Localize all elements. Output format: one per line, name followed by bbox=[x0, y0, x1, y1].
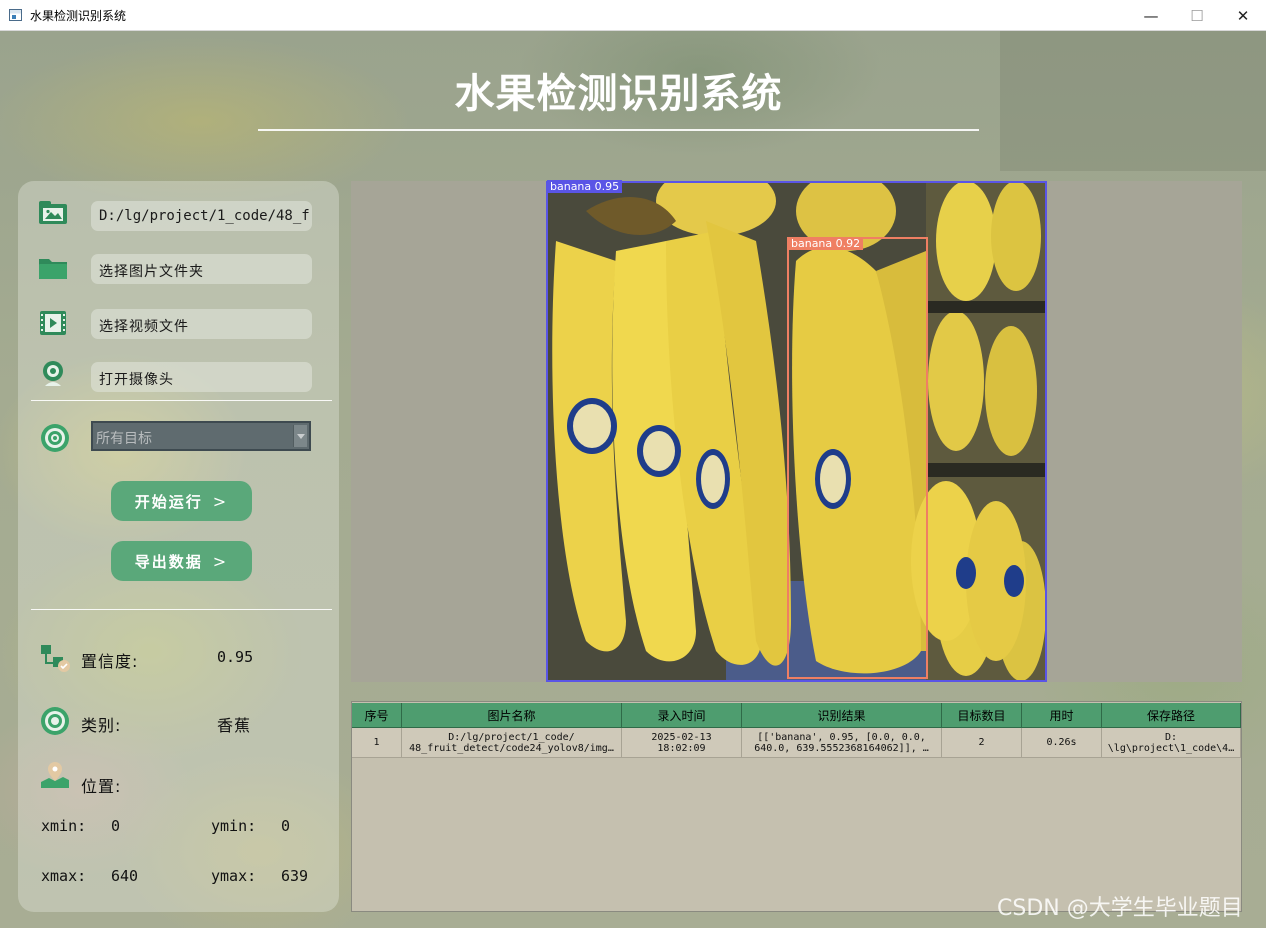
divider-top bbox=[31, 400, 332, 401]
minimize-button[interactable]: — bbox=[1128, 0, 1174, 31]
chevron-right-icon: > bbox=[212, 551, 229, 571]
app-icon bbox=[9, 9, 22, 21]
target-select[interactable]: 所有目标 bbox=[91, 421, 311, 451]
col-result[interactable]: 识别结果 bbox=[742, 703, 942, 728]
target-select-value: 所有目标 bbox=[96, 431, 152, 447]
confidence-label: 置信度: bbox=[81, 652, 139, 671]
title-underline bbox=[258, 129, 979, 131]
image-path-field[interactable]: D:/lg/project/1_code/48_fruit_detect bbox=[91, 201, 312, 231]
close-button[interactable]: ✕ bbox=[1220, 0, 1266, 31]
cell-time: 2025-02-13 18:02:09 bbox=[622, 728, 742, 758]
detection-label-2: banana 0.92 bbox=[788, 237, 864, 250]
select-video-button[interactable]: 选择视频文件 bbox=[91, 309, 312, 339]
ymin-value: 0 bbox=[281, 817, 291, 835]
col-index[interactable]: 序号 bbox=[352, 703, 402, 728]
ymin-label: ymin: bbox=[211, 817, 257, 835]
class-value: 香蕉 bbox=[217, 716, 252, 735]
image-file-icon bbox=[39, 201, 67, 224]
col-save-path[interactable]: 保存路径 bbox=[1102, 703, 1241, 728]
xmin-label: xmin: bbox=[41, 817, 87, 835]
xmin-value: 0 bbox=[111, 817, 121, 835]
cell-duration: 0.26s bbox=[1022, 728, 1102, 758]
export-data-button[interactable]: 导出数据 > bbox=[111, 541, 252, 581]
camera-icon bbox=[43, 361, 63, 386]
cell-image-name: D:/lg/project/1_code/ 48_fruit_detect/co… bbox=[402, 728, 622, 758]
detection-label-1: banana 0.95 bbox=[547, 180, 623, 193]
video-file-icon bbox=[40, 311, 66, 335]
export-data-label: 导出数据 bbox=[134, 552, 203, 571]
col-count[interactable]: 目标数目 bbox=[942, 703, 1022, 728]
cell-count: 2 bbox=[942, 728, 1022, 758]
col-duration[interactable]: 用时 bbox=[1022, 703, 1102, 728]
divider-bottom bbox=[31, 609, 332, 610]
col-time[interactable]: 录入时间 bbox=[622, 703, 742, 728]
maximize-button[interactable]: ☐ bbox=[1174, 0, 1220, 31]
chevron-down-icon[interactable] bbox=[293, 425, 307, 447]
confidence-icon bbox=[41, 645, 70, 672]
col-image-name[interactable]: 图片名称 bbox=[402, 703, 622, 728]
xmax-value: 640 bbox=[111, 867, 139, 885]
table-row[interactable]: 1 D:/lg/project/1_code/ 48_fruit_detect/… bbox=[352, 728, 1241, 758]
detection-box-2 bbox=[787, 237, 928, 679]
watermark: CSDN @大学生毕业题目 bbox=[997, 896, 1243, 921]
cell-index: 1 bbox=[352, 728, 402, 758]
location-pin-icon bbox=[41, 762, 69, 788]
confidence-value: 0.95 bbox=[217, 648, 254, 666]
class-label: 类别: bbox=[81, 716, 122, 735]
cell-result: [['banana', 0.95, [0.0, 0.0, 640.0, 639.… bbox=[742, 728, 942, 758]
position-label: 位置: bbox=[81, 777, 122, 796]
table-header: 序号 图片名称 录入时间 识别结果 目标数目 用时 保存路径 bbox=[352, 703, 1241, 728]
start-run-label: 开始运行 bbox=[134, 492, 203, 511]
folder-icon bbox=[39, 259, 67, 279]
open-camera-button[interactable]: 打开摄像头 bbox=[91, 362, 312, 392]
xmax-label: xmax: bbox=[41, 867, 87, 885]
cell-save-path: D: \lg\project\1_code\4… bbox=[1102, 728, 1241, 758]
window-titlebar: 水果检测识别系统 — ☐ ✕ bbox=[0, 0, 1266, 31]
chevron-right-icon: > bbox=[212, 491, 229, 511]
ymax-value: 639 bbox=[281, 867, 309, 885]
window-title: 水果检测识别系统 bbox=[30, 9, 127, 23]
class-icon bbox=[41, 707, 69, 735]
ymax-label: ymax: bbox=[211, 867, 257, 885]
background-shade bbox=[1000, 31, 1266, 171]
start-run-button[interactable]: 开始运行 > bbox=[111, 481, 252, 521]
target-icon bbox=[41, 424, 69, 452]
page-title: 水果检测识别系统 bbox=[454, 71, 783, 117]
select-folder-button[interactable]: 选择图片文件夹 bbox=[91, 254, 312, 284]
results-table[interactable]: 序号 图片名称 录入时间 识别结果 目标数目 用时 保存路径 1 D:/lg/p… bbox=[351, 701, 1242, 912]
